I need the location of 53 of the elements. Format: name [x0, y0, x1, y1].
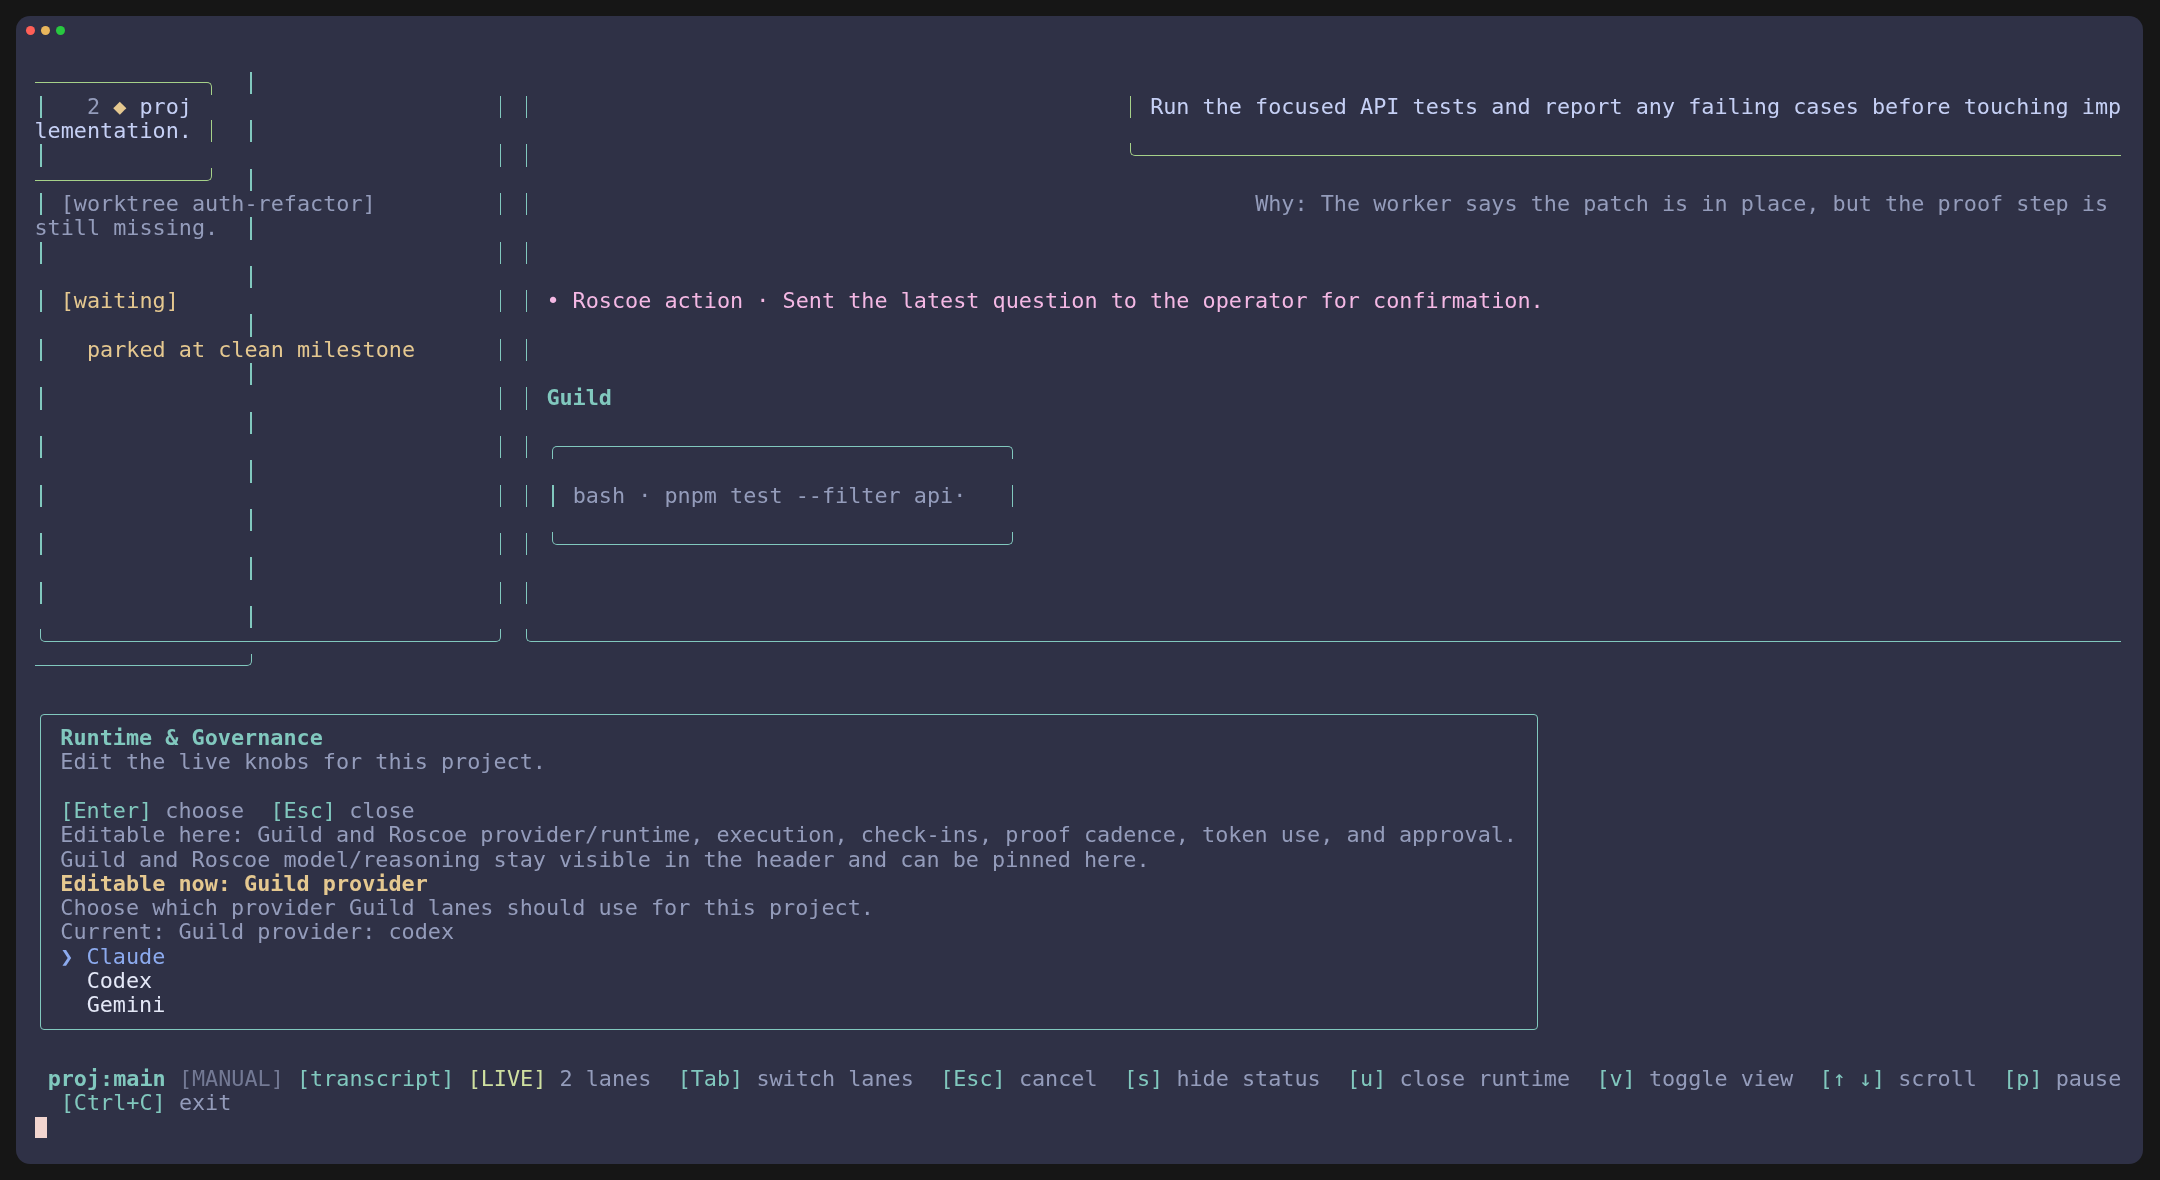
key-hint: [Esc] [270, 799, 336, 824]
reason-text: Why: The worker says the patch is in place, but the proof step is [1255, 192, 2109, 217]
shortcut-label: cancel [1018, 1066, 1098, 1091]
option-item[interactable]: Codex [60, 969, 153, 994]
hint-action: close [349, 799, 415, 824]
shortcut-label: hide status [1176, 1066, 1321, 1091]
view-tag: [transcript] [297, 1066, 455, 1091]
tool-call-text: bash · pnpm test --filter api· [572, 483, 967, 508]
shortcut-label: switch lanes [756, 1066, 914, 1091]
worktree-label: [worktree auth-refactor] [60, 192, 376, 217]
shortcut-key: [Esc] [940, 1066, 1006, 1091]
shortcut-key: [p] [2003, 1066, 2043, 1091]
lane-heading: Guild [546, 386, 612, 411]
status-note: parked at clean milestone [87, 337, 416, 363]
option-item[interactable]: ❯ Claude [60, 944, 166, 970]
info-text: Guild and Roscoe model/reasoning stay visible in the header and can be pinned here. [60, 847, 1150, 872]
lane-count: 2 lanes [559, 1066, 652, 1091]
hint-action: choose [165, 799, 245, 824]
description-text: Choose which provider Guild lanes should use for this project. [60, 896, 874, 921]
info-text: Editable here: Guild and Roscoe provider/runtime, execution, check-ins, proof cadence, token use, and approval. [60, 823, 1517, 848]
shortcut-label: toggle view [1648, 1066, 1794, 1091]
current-value-text: Current: Guild provider: codex [60, 920, 455, 945]
wrapped-text: lementation. [34, 119, 192, 144]
project-label: proj:main [47, 1066, 166, 1091]
wrapped-text: still missing. [34, 216, 219, 241]
chevron-icon: ❯ [60, 944, 74, 970]
panel-subtitle: Edit the live knobs for this project. [60, 750, 546, 775]
live-tag: [LIVE] [467, 1066, 547, 1091]
maximize-window-icon[interactable] [55, 25, 66, 35]
diamond-icon: ◆ [113, 94, 127, 120]
mode-tag: [MANUAL] [178, 1066, 284, 1091]
shortcut-label: exit [178, 1090, 232, 1116]
panel-title: Runtime & Governance [60, 726, 323, 751]
shortcut-key: [u] [1347, 1066, 1387, 1091]
shortcut-label: scroll [1898, 1066, 1977, 1091]
key-hint: [Enter] [60, 799, 153, 824]
shortcut-key: [s] [1123, 1066, 1164, 1091]
lane-name: proj [139, 94, 192, 120]
prompt-text: Run the focused API tests and report any failing cases before touching imp [1150, 94, 2122, 120]
event-text: • Roscoe action · Sent the latest question to the operator for confirmation. [546, 289, 1544, 314]
lane-number: 2 [87, 94, 101, 120]
close-window-icon[interactable] [25, 25, 35, 35]
shortcut-label: close runtime [1399, 1066, 1571, 1091]
section-heading: Editable now: Guild provider [60, 871, 428, 897]
shortcut-key: [Ctrl+C] [60, 1090, 166, 1116]
shortcut-key: [Tab] [677, 1066, 744, 1091]
shortcut-key: [↑ ↓] [1819, 1066, 1886, 1091]
cursor-icon [34, 1116, 47, 1139]
status-label: [waiting] [60, 289, 179, 314]
shortcut-key: [v] [1596, 1066, 1636, 1091]
shortcut-label: pause [2055, 1066, 2122, 1091]
minimize-window-icon[interactable] [40, 25, 51, 35]
option-item[interactable]: Gemini [60, 993, 166, 1018]
